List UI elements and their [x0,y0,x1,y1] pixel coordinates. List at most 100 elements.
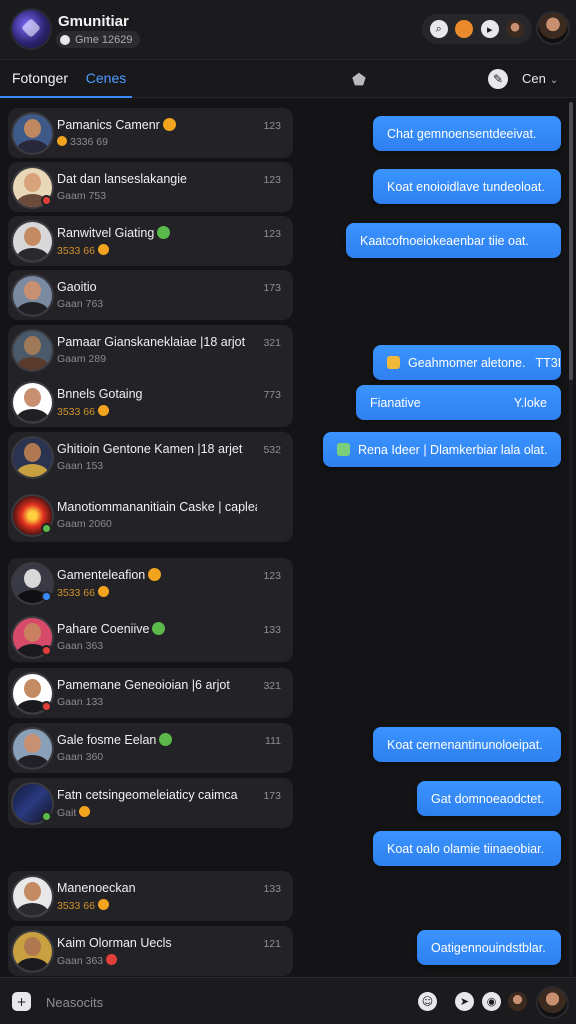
profile-avatar[interactable] [538,988,567,1017]
contact-avatar-icon[interactable] [508,992,527,1011]
emoji-picker-icon[interactable]: ☺ [418,992,437,1011]
conversation-subtitle: Gaan 360 [57,751,104,763]
conversation-name: Bnnels Gotaing [57,387,143,401]
conversation-name: Manotiommananitiain Caske | caplea [57,500,257,514]
online-badge-icon [41,523,52,534]
timestamp: 532 [263,444,281,456]
conversation-name: Gamenteleafion [57,568,257,582]
timestamp: 123 [263,228,281,240]
profile-avatar[interactable] [538,13,568,43]
timestamp: 123 [263,120,281,132]
conversation-name: Manenoeckan [57,881,136,895]
app-title: Gmunitiar [58,13,129,30]
camera-icon[interactable]: ◉ [482,992,501,1011]
status-dot-icon [57,136,67,146]
avatar [13,222,52,261]
check-icon [337,443,350,456]
tab-fotonger[interactable]: Fotonger [0,60,80,98]
message-bubble[interactable]: Geahmomer aletone. TT3I3 [373,345,561,380]
conversation-item[interactable]: Manotiommananitiain Caske | caplea Gaam … [8,490,293,542]
unread-badge-icon [41,645,52,656]
search-icon[interactable]: ⌕ [429,20,448,38]
online-badge-icon [41,811,52,822]
conversation-item[interactable]: Manenoeckan 3533 66 133 [8,871,293,923]
conversation-name: Pamemane Geneoioian |6 arjot [57,678,230,692]
conversation-item[interactable]: Pamanics Camenr 3336 69 123 [8,108,293,160]
contact-avatar-icon[interactable] [506,20,525,38]
conversation-list: Pamanics Camenr 3336 69 123 Dat dan lans… [0,100,300,976]
conversation-item[interactable]: Kaim Olorman Uecls Gaan 363 121 [8,926,293,978]
conversation-item[interactable]: Pamaar Gianskaneklaiae |18 arjot Gaam 28… [8,325,293,377]
message-bubble[interactable]: Chat gemnoensentdeeivat. [373,116,561,151]
avatar [13,276,52,315]
message-bubble[interactable]: Rena Ideer | Dlamkerbiar lala olat. [323,432,561,467]
scrollbar-thumb[interactable] [569,102,573,380]
send-icon[interactable]: ➤ [455,992,474,1011]
conversation-name: Ranwitvel Giating [57,226,257,240]
video-icon[interactable]: ▸ [480,20,499,38]
conversation-item[interactable]: Ghitioin Gentone Kamen |18 arjet Gaan 15… [8,432,293,484]
avatar [13,331,52,370]
conversation-name: Dat dan lanseslakangie [57,172,187,186]
conversation-item[interactable]: Gaoitio Gaan 763 173 [8,270,293,322]
conversation-item[interactable]: Pamemane Geneoioian |6 arjot Gaan 133 32… [8,668,293,720]
app-header: Gmunitiar Gme 12629 ⌕ ▸ [0,0,576,60]
compose-icon[interactable]: ✎ [488,69,508,89]
header-actions: ⌕ ▸ [422,14,532,44]
message-text: Fianative [370,395,421,410]
emoji-icon [97,899,109,910]
message-bubble[interactable]: Gat domnoeaodctet. [417,781,561,816]
conversation-subtitle: 3533 66 [57,405,109,418]
message-thread: Chat gemnoensentdeeivat. Koat enoioidlav… [300,100,576,976]
pin-icon[interactable]: ⬟ [352,70,366,89]
notification-icon[interactable] [455,20,474,38]
message-bubble[interactable]: Koat oalo olamie tiinaeobiar. [373,831,561,866]
tab-cenes[interactable]: Cenes [80,60,132,98]
note-icon [387,356,400,369]
filter-select[interactable]: Cen ⌄ [522,71,558,86]
conversation-name: Gale fosme Eelan [57,733,257,747]
conversation-subtitle: 3533 66 [57,244,109,257]
timestamp: 133 [263,624,281,636]
conversation-subtitle: Gaam 2060 [57,518,112,530]
attach-icon[interactable]: + [12,992,31,1011]
message-bubble[interactable]: Kaatcofnoeiokeaenbar tiie oat. [346,223,561,258]
message-bubble[interactable]: Fianative Y.loke [356,385,561,420]
conversation-item[interactable]: Bnnels Gotaing 3533 66 773 [8,377,293,429]
conversation-item[interactable]: Gale fosme Eelan Gaan 360 111 [8,723,293,775]
avatar [13,932,52,971]
conversation-item[interactable]: Gamenteleafion 3533 66 123 [8,558,293,610]
status-badge[interactable]: Gme 12629 [56,31,141,48]
timestamp: 173 [263,790,281,802]
message-bubble[interactable]: Koat cernenantinunoloeipat. [373,727,561,762]
status-icon [60,34,70,45]
emoji-icon [152,622,166,635]
conversation-item[interactable]: Pahare Coeniive Gaan 363 133 [8,612,293,664]
conversation-subtitle: 3533 66 [57,586,109,599]
emoji-icon [97,405,109,416]
timestamp: 111 [265,735,281,747]
message-bubble[interactable]: Oatigennouindstblar. [417,930,561,965]
app-logo[interactable] [12,10,50,48]
chevron-down-icon: ⌄ [549,75,559,86]
conversation-item[interactable]: Fatn cetsingeomeleiaticy caimca Gait 173 [8,778,293,830]
emoji-icon [148,568,162,581]
message-bubble[interactable]: Koat enoioidlave tundeoloat. [373,169,561,204]
conversation-subtitle: Gaan 763 [57,298,104,310]
timestamp: 173 [263,282,281,294]
conversation-item[interactable]: Dat dan lanseslakangie Gaam 753 123 [8,162,293,214]
conversation-subtitle: Gaan 133 [57,696,104,708]
conversation-item[interactable]: Ranwitvel Giating 3533 66 123 [8,216,293,268]
emoji-icon [159,733,173,746]
message-text: Geahmomer aletone. [408,355,526,370]
unread-badge-icon [41,701,52,712]
timestamp: 123 [263,174,281,186]
tab-bar: Fotonger Cenes ⬟ ✎ Cen ⌄ [0,60,576,98]
timestamp: 123 [263,570,281,582]
avatar [13,877,52,916]
emoji-icon [97,244,109,255]
conversation-name: Pahare Coeniive [57,622,257,636]
status-text: Gme 12629 [75,33,133,46]
message-input[interactable] [46,989,406,1015]
message-text: Rena Ideer | Dlamkerbiar lala olat. [358,442,548,457]
